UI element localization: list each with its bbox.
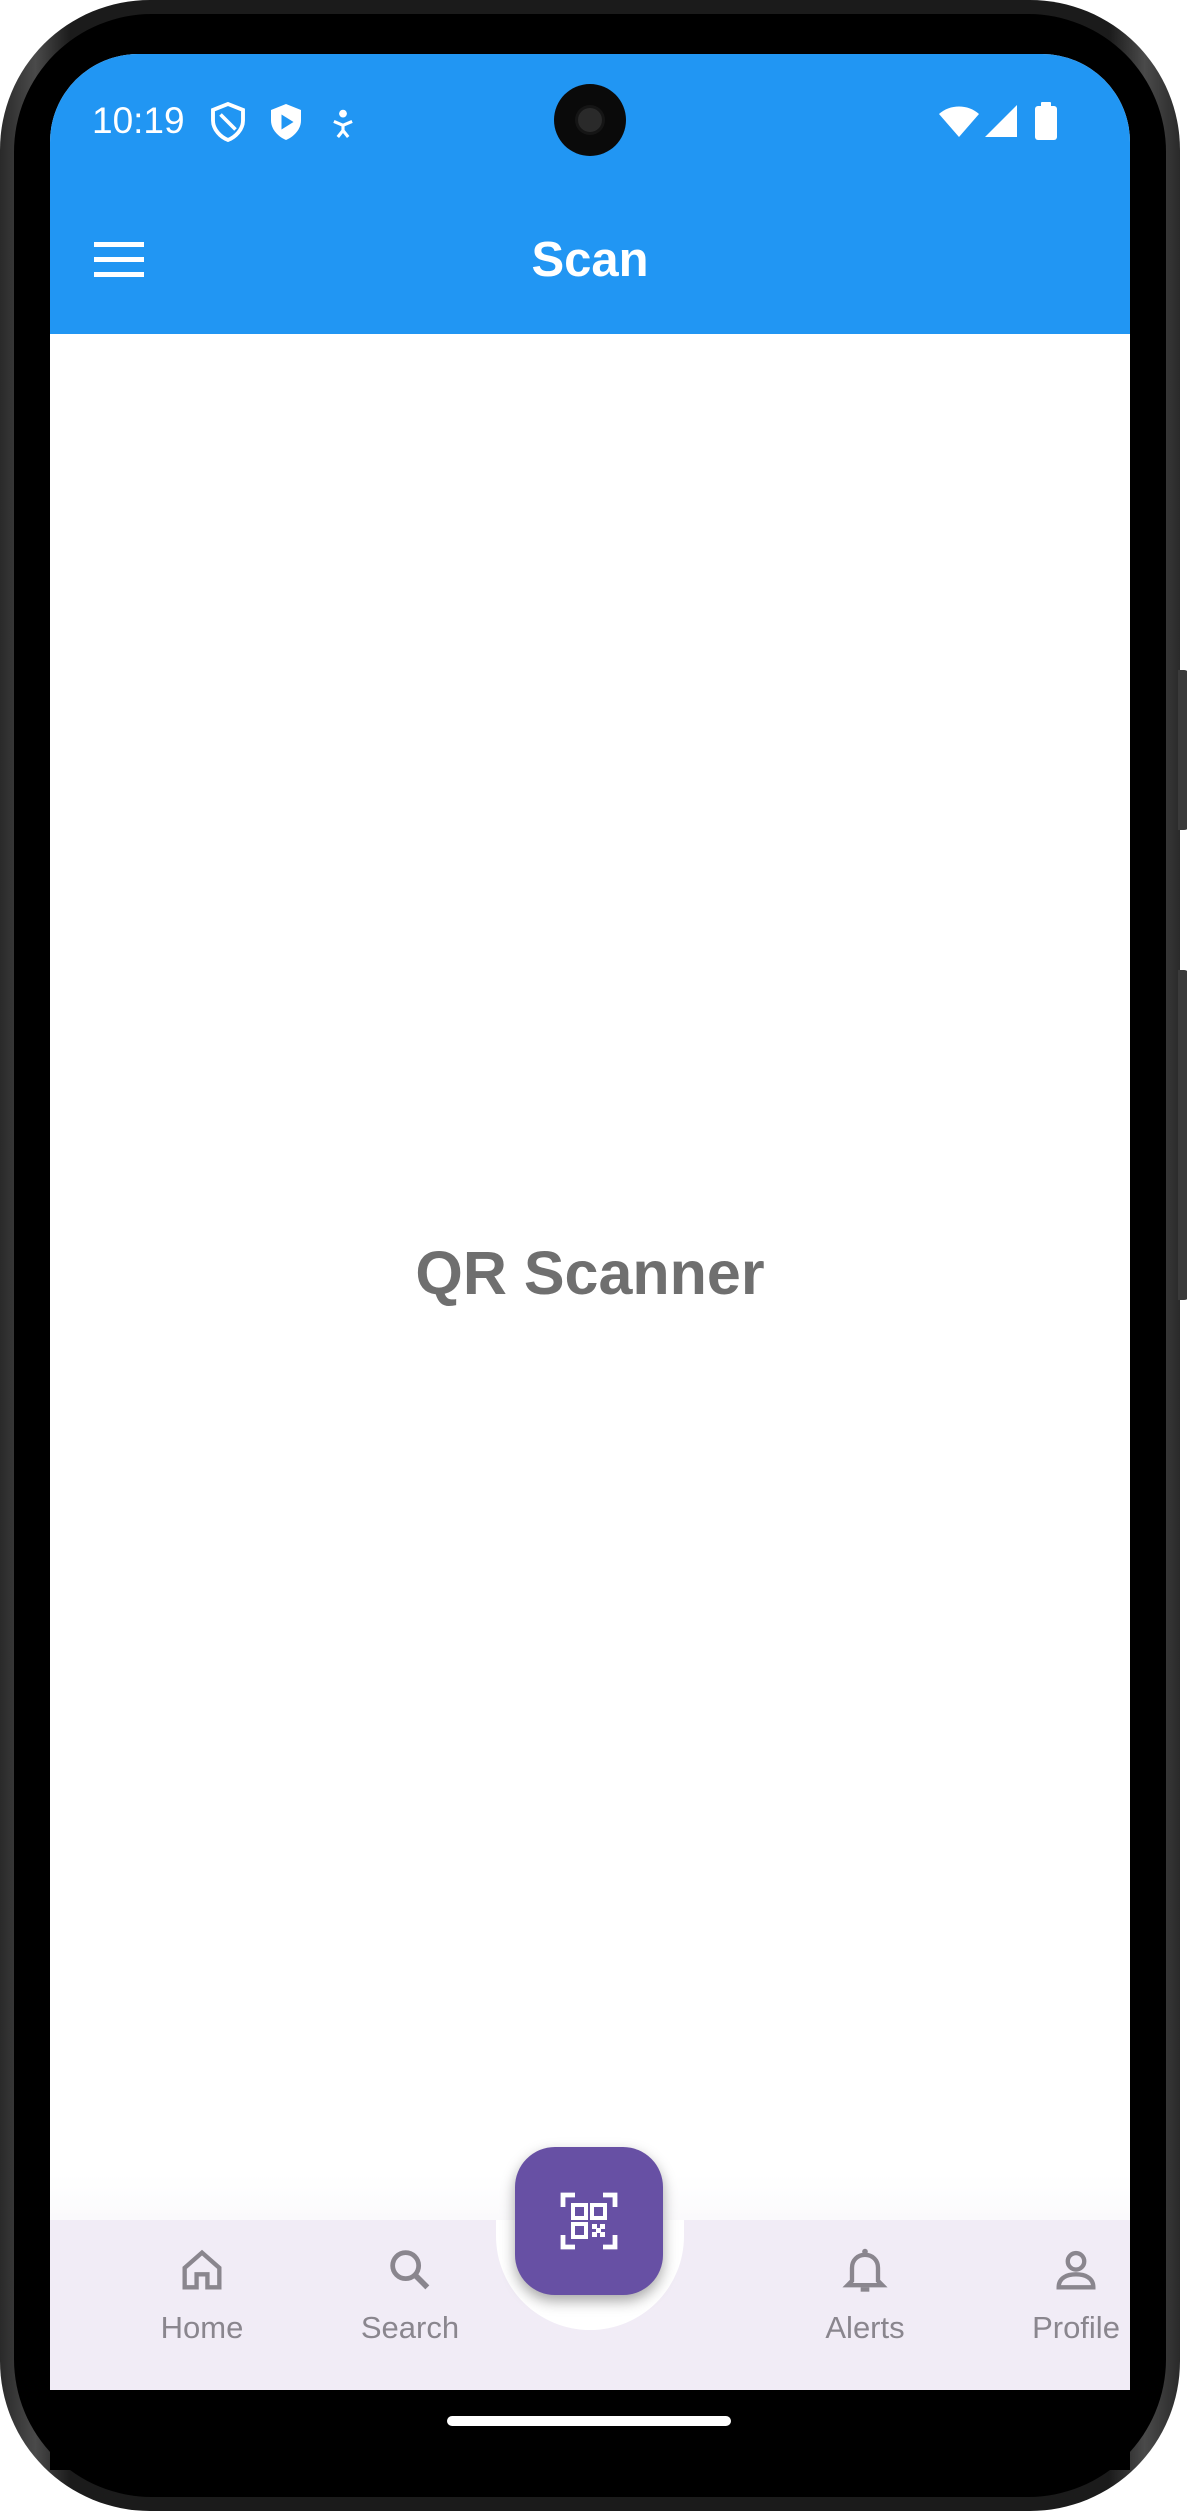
shield-outline-icon (210, 101, 246, 147)
nav-label-search: Search (360, 2310, 460, 2345)
power-button (1178, 970, 1187, 1300)
home-indicator[interactable] (447, 2416, 731, 2426)
nav-item-profile[interactable]: Profile (976, 2244, 1130, 2346)
wifi-icon (938, 106, 980, 143)
volume-button (1178, 670, 1187, 830)
play-shield-icon (268, 102, 304, 147)
nav-label-profile: Profile (1032, 2310, 1120, 2345)
battery-icon (1035, 102, 1057, 145)
nav-item-home[interactable]: Home (102, 2244, 302, 2346)
nav-item-search[interactable]: Search (310, 2244, 510, 2346)
gesture-area (50, 2390, 1130, 2470)
page-title: Scan (531, 233, 649, 287)
signal-icon (984, 104, 1018, 143)
home-icon (182, 2249, 222, 2290)
qr-scan-icon (560, 2192, 618, 2250)
bell-icon (842, 2248, 888, 2292)
status-time: 10:19 (92, 100, 185, 141)
accessibility-icon (330, 108, 356, 145)
screen: 10:19 Scan QR Scanner Home Search Alerts… (50, 54, 1130, 2390)
person-icon (1056, 2250, 1096, 2290)
nav-label-alerts: Alerts (825, 2310, 905, 2345)
app-bar: 10:19 Scan (50, 54, 1130, 334)
nav-label-home: Home (160, 2310, 244, 2345)
nav-item-alerts[interactable]: Alerts (765, 2244, 965, 2346)
scan-fab-button[interactable] (515, 2147, 663, 2295)
search-icon (390, 2250, 430, 2290)
qr-scanner-text: QR Scanner (415, 1239, 765, 1307)
front-camera (554, 84, 626, 156)
